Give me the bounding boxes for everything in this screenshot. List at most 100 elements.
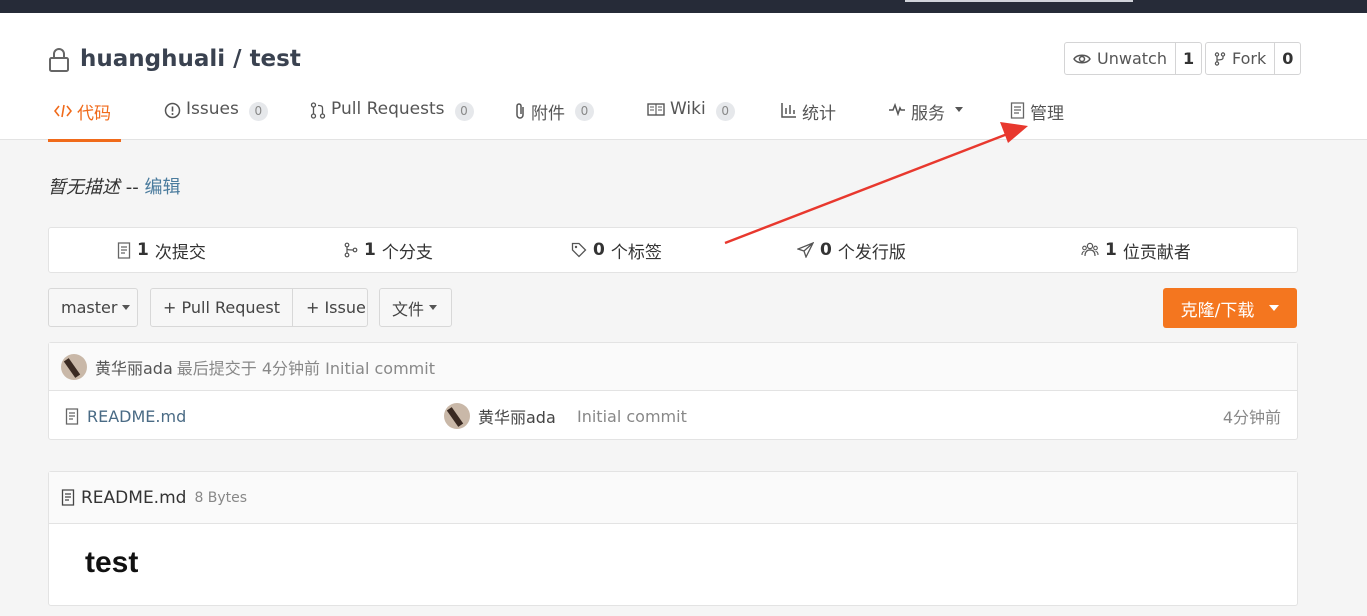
book-icon xyxy=(647,103,665,116)
branches-count: 1 xyxy=(364,240,376,260)
fork-button-group[interactable]: Fork 0 xyxy=(1205,42,1302,75)
lock-icon xyxy=(49,47,69,72)
tab-wiki-label: Wiki xyxy=(670,99,706,119)
bar-chart-icon xyxy=(781,103,796,118)
tab-pull-requests-label: Pull Requests xyxy=(331,99,445,119)
tags-label: 个标签 xyxy=(610,242,662,263)
branches-label: 个分支 xyxy=(381,242,433,263)
tab-issues[interactable]: Issues 0 xyxy=(164,99,268,142)
new-issue-label: + Issue xyxy=(305,298,366,317)
commits-count: 1 xyxy=(137,240,149,260)
avatar xyxy=(444,403,470,429)
repo-name-link[interactable]: test xyxy=(250,46,301,72)
avatar[interactable] xyxy=(61,353,87,380)
tab-statistics[interactable]: 统计 xyxy=(781,99,836,142)
commits-label: 次提交 xyxy=(154,242,206,263)
tags-count: 0 xyxy=(593,240,605,260)
readme-filename: README.md xyxy=(81,487,187,508)
new-issue-button[interactable]: + Issue xyxy=(293,289,379,326)
tab-services[interactable]: 服务 xyxy=(888,99,963,142)
branch-selector-label: master xyxy=(61,298,118,317)
releases-count: 0 xyxy=(820,240,832,260)
branches-stat[interactable]: 1 个分支 xyxy=(344,228,433,272)
watch-count[interactable]: 1 xyxy=(1176,43,1201,74)
clone-download-label: 克隆/下载 xyxy=(1180,300,1255,321)
tab-pull-requests[interactable]: Pull Requests 0 xyxy=(310,99,474,142)
send-icon xyxy=(797,242,814,258)
chevron-down-icon xyxy=(429,305,438,310)
watch-button-group[interactable]: Unwatch 1 xyxy=(1064,42,1203,75)
chevron-down-icon xyxy=(1269,305,1280,311)
tab-issues-label: Issues xyxy=(186,99,239,119)
document-icon xyxy=(1010,102,1025,119)
tab-code[interactable]: 代码 xyxy=(48,99,121,142)
clone-download-button[interactable]: 克隆/下载 xyxy=(1163,288,1297,328)
description-text: 暂无描述 xyxy=(48,177,120,198)
eye-icon xyxy=(1073,54,1091,63)
edit-description-link[interactable]: 编辑 xyxy=(144,177,180,198)
repo-path-separator: / xyxy=(233,46,242,72)
repo-title: huanghuali / test xyxy=(48,43,301,75)
fork-count[interactable]: 0 xyxy=(1275,43,1300,74)
releases-label: 个发行版 xyxy=(837,242,906,263)
latest-commit-bar: 黄华丽ada 最后提交于 4分钟前 Initial commit xyxy=(49,343,1297,391)
releases-stat[interactable]: 0 个发行版 xyxy=(797,228,906,272)
description-separator: -- xyxy=(125,177,139,198)
fork-button[interactable]: Fork xyxy=(1206,43,1276,74)
tag-icon xyxy=(571,242,587,258)
file-icon xyxy=(61,489,75,506)
file-commit-message[interactable]: Initial commit xyxy=(577,392,687,440)
unwatch-button[interactable]: Unwatch xyxy=(1065,43,1176,74)
pull-request-icon xyxy=(310,102,326,119)
tab-code-label: 代码 xyxy=(77,104,111,124)
latest-commit-info[interactable]: 最后提交于 4分钟前 Initial commit xyxy=(177,355,435,379)
file-name: README.md xyxy=(87,406,187,426)
chevron-down-icon xyxy=(122,305,131,310)
fork-icon xyxy=(1214,51,1226,66)
file-commit-time: 4分钟前 xyxy=(1222,408,1281,427)
search-bar-edge[interactable] xyxy=(905,0,1133,2)
file-name-link[interactable]: README.md xyxy=(65,392,186,440)
tab-services-label: 服务 xyxy=(911,104,945,124)
file-commit-author-name: 黄华丽ada xyxy=(478,408,556,427)
repo-stats-bar: 1 次提交 1 个分支 0 个标签 0 个发行版 1 位贡献者 xyxy=(48,227,1298,273)
tab-manage[interactable]: 管理 xyxy=(1010,99,1064,142)
repo-description: 暂无描述 -- 编辑 xyxy=(48,173,180,199)
table-row: README.md 黄华丽ada Initial commit 4分钟前 xyxy=(49,392,1297,440)
repo-owner-link[interactable]: huanghuali xyxy=(80,46,225,72)
tab-manage-label: 管理 xyxy=(1030,104,1064,124)
commit-icon xyxy=(117,241,131,259)
issue-icon xyxy=(164,102,181,119)
tab-wiki[interactable]: Wiki 0 xyxy=(647,99,735,142)
contributors-count: 1 xyxy=(1105,240,1117,260)
file-list: 黄华丽ada 最后提交于 4分钟前 Initial commit README.… xyxy=(48,342,1298,440)
fork-label: Fork xyxy=(1232,49,1267,68)
pull-requests-count-badge: 0 xyxy=(454,102,474,121)
readme-panel: README.md 8 Bytes test xyxy=(48,471,1298,606)
commit-author-link[interactable]: 黄华丽ada xyxy=(95,355,173,379)
new-pull-request-label: + Pull Request xyxy=(163,298,280,317)
code-icon xyxy=(54,104,72,118)
file-menu-label: 文件 xyxy=(392,299,425,319)
file-icon xyxy=(65,407,79,425)
readme-heading: test xyxy=(85,546,139,579)
paperclip-icon xyxy=(516,103,524,119)
users-icon xyxy=(1081,242,1099,257)
new-pull-request-button[interactable]: + Pull Request xyxy=(151,289,293,326)
file-menu-button[interactable]: 文件 xyxy=(379,288,452,327)
contributors-label: 位贡献者 xyxy=(1122,242,1191,263)
tags-stat[interactable]: 0 个标签 xyxy=(571,228,662,272)
file-commit-author[interactable]: 黄华丽ada xyxy=(444,392,556,440)
readme-header: README.md 8 Bytes xyxy=(49,472,1297,524)
services-dropdown-caret xyxy=(955,107,963,112)
unwatch-label: Unwatch xyxy=(1097,49,1167,68)
readme-size: 8 Bytes xyxy=(194,489,248,506)
top-navbar xyxy=(0,0,1367,13)
commits-stat[interactable]: 1 次提交 xyxy=(117,228,206,272)
branch-icon xyxy=(344,242,358,258)
branch-selector[interactable]: master xyxy=(48,288,138,327)
repo-header: huanghuali / test Unwatch 1 Fork 0 代码 Is… xyxy=(0,13,1367,142)
tab-attachments[interactable]: 附件 0 xyxy=(514,99,594,142)
contributors-stat[interactable]: 1 位贡献者 xyxy=(1081,228,1191,272)
pulse-icon xyxy=(889,102,905,116)
